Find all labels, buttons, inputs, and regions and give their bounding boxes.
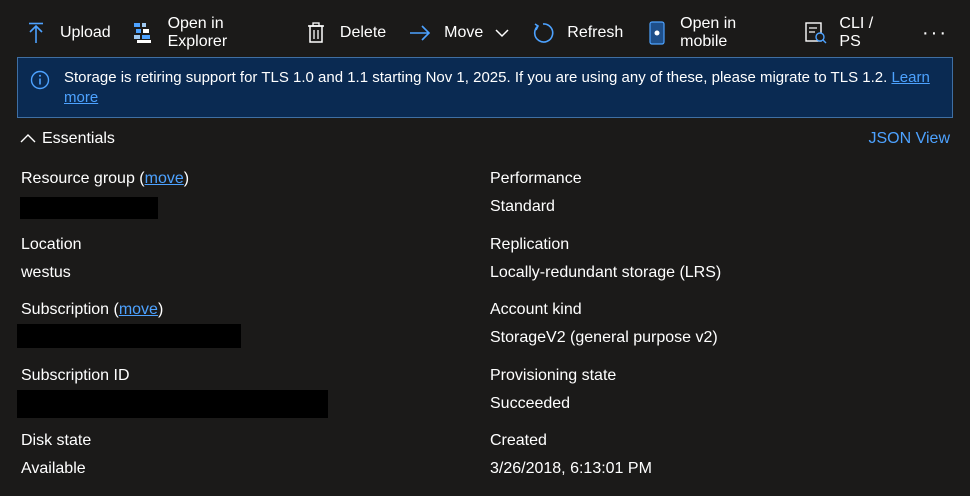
open-in-explorer-label: Open in Explorer — [167, 15, 228, 50]
resource-group-label: Resource group (move) — [21, 170, 190, 187]
subscription-property: Subscription (move) — [17, 299, 461, 365]
performance-label: Performance — [490, 170, 582, 187]
chevron-up-icon — [20, 130, 36, 148]
upload-icon — [24, 21, 48, 45]
account-kind-property: Account kind StorageV2 (general purpose … — [490, 299, 930, 365]
open-in-mobile-button[interactable]: Open in mobile — [645, 15, 782, 51]
performance-value: Standard — [490, 198, 555, 215]
essentials-toggle[interactable]: Essentials — [20, 130, 115, 148]
info-icon — [30, 70, 52, 92]
move-button[interactable]: Move — [408, 15, 509, 51]
banner-message: Storage is retiring support for TLS 1.0 … — [64, 68, 940, 108]
cli-icon — [805, 21, 828, 45]
trash-icon — [304, 21, 328, 45]
refresh-button[interactable]: Refresh — [531, 15, 623, 51]
disk-state-value: Available — [21, 460, 86, 477]
subscription-label: Subscription (move) — [21, 301, 164, 318]
redacted-resource-group — [20, 197, 158, 219]
json-view-link[interactable]: JSON View — [868, 130, 950, 148]
provisioning-state-property: Provisioning state Succeeded — [490, 365, 930, 431]
move-label: Move — [444, 24, 484, 41]
delete-label: Delete — [339, 24, 387, 41]
replication-value: Locally-redundant storage (LRS) — [490, 263, 722, 281]
resource-group-property: Resource group (move) — [20, 168, 461, 234]
disk-state-label: Disk state — [21, 432, 92, 449]
open-in-explorer-button[interactable]: Open in Explorer — [133, 15, 282, 51]
chevron-down-icon — [495, 28, 509, 38]
more-options-button[interactable]: ··· — [922, 15, 948, 51]
cli-ps-button[interactable]: CLI / PS — [805, 15, 896, 51]
performance-property: Performance Standard — [490, 168, 930, 234]
delete-button[interactable]: Delete — [304, 15, 386, 51]
arrow-right-icon — [408, 21, 432, 45]
replication-label: Replication — [490, 235, 570, 253]
refresh-label: Refresh — [567, 24, 624, 41]
location-label: Location — [21, 235, 82, 253]
subscription-id-label: Subscription ID — [21, 366, 130, 384]
explorer-icon — [133, 21, 156, 45]
essentials-title: Essentials — [42, 130, 115, 147]
left-properties-column: Resource group (move) Location westus Su… — [17, 168, 461, 496]
created-value: 3/26/2018, 6:13:01 PM — [490, 460, 652, 477]
mobile-icon — [645, 21, 668, 45]
provisioning-state-value: Succeeded — [490, 394, 571, 412]
right-properties-column: Performance Standard Replication Locally… — [490, 168, 930, 496]
provisioning-state-label: Provisioning state — [490, 366, 617, 384]
account-kind-label: Account kind — [490, 301, 582, 318]
upload-label: Upload — [60, 24, 111, 41]
subscription-id-property: Subscription ID — [17, 365, 461, 431]
banner-text: Storage is retiring support for TLS 1.0 … — [64, 69, 888, 86]
upload-button[interactable]: Upload — [24, 15, 111, 51]
location-property: Location westus — [21, 234, 461, 300]
tls-retirement-banner: Storage is retiring support for TLS 1.0 … — [17, 57, 953, 118]
redacted-subscription-id — [17, 389, 328, 418]
open-in-mobile-label: Open in mobile — [680, 15, 737, 50]
essentials-header: Essentials JSON View — [20, 128, 950, 150]
subscription-move-link[interactable]: move — [119, 301, 158, 318]
replication-property: Replication Locally-redundant storage (L… — [490, 234, 930, 300]
account-kind-value: StorageV2 (general purpose v2) — [490, 329, 718, 346]
location-value: westus — [21, 263, 71, 281]
resource-group-move-link[interactable]: move — [145, 170, 184, 187]
cli-ps-label: CLI / PS — [839, 15, 874, 50]
created-label: Created — [490, 432, 547, 449]
refresh-icon — [531, 21, 555, 45]
redacted-subscription — [17, 324, 241, 348]
